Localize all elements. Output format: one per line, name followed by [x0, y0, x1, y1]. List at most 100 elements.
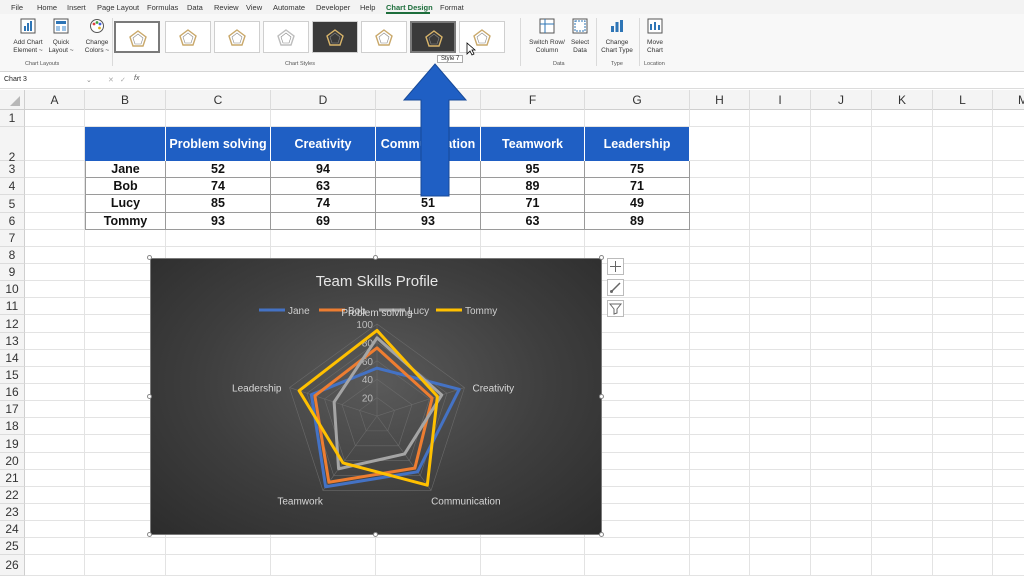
column-header-c[interactable]: C [166, 90, 271, 110]
resize-handle[interactable] [599, 532, 604, 537]
row-header-12[interactable]: 12 [0, 315, 25, 333]
row-header-25[interactable]: 25 [0, 538, 25, 555]
chart-style-2[interactable] [165, 21, 211, 53]
row-header-6[interactable]: 6 [0, 213, 25, 230]
menu-review[interactable]: Review [214, 3, 239, 12]
menu-home[interactable]: Home [37, 3, 57, 12]
table-cell[interactable]: 94 [271, 161, 376, 178]
menu-developer[interactable]: Developer [316, 3, 350, 12]
column-header-f[interactable]: F [481, 90, 585, 110]
select-data-button[interactable]: Select Data [567, 18, 593, 55]
column-header-b[interactable]: B [85, 90, 166, 110]
column-header-j[interactable]: J [811, 90, 872, 110]
radar-category-label[interactable]: Communication [431, 496, 500, 507]
table-cell[interactable]: 74 [166, 178, 271, 195]
table-cell[interactable]: 93 [166, 213, 271, 230]
row-header-7[interactable]: 7 [0, 230, 25, 247]
table-cell[interactable]: 93 [376, 213, 481, 230]
row-header-4[interactable]: 4 [0, 178, 25, 195]
row-header-17[interactable]: 17 [0, 401, 25, 418]
column-header-m[interactable]: M [993, 90, 1024, 110]
column-header-g[interactable]: G [585, 90, 690, 110]
menu-view[interactable]: View [246, 3, 262, 12]
column-header-h[interactable]: H [690, 90, 750, 110]
row-header-1[interactable]: 1 [0, 110, 25, 127]
radar-chart[interactable]: Team Skills Profile Jane Bob Lucy Tommy 20 40 6… [150, 258, 602, 535]
table-header-cell[interactable]: Creativity [271, 127, 376, 161]
change-chart-type-button[interactable]: Change Chart Type [598, 18, 636, 55]
menu-data[interactable]: Data [187, 3, 203, 12]
row-header-23[interactable]: 23 [0, 504, 25, 521]
resize-handle[interactable] [373, 532, 378, 537]
row-header-13[interactable]: 13 [0, 333, 25, 350]
menu-help[interactable]: Help [360, 3, 375, 12]
chevron-down-icon[interactable]: ⌄ [86, 76, 92, 84]
menu-insert[interactable]: Insert [67, 3, 86, 12]
row-header-5[interactable]: 5 [0, 195, 25, 213]
column-header-d[interactable]: D [271, 90, 376, 110]
menu-automate[interactable]: Automate [273, 3, 305, 12]
quick-layout-button[interactable]: Quick Layout ~ [44, 18, 78, 55]
radar-category-label[interactable]: Creativity [472, 384, 514, 395]
add-chart-element-button[interactable]: Add Chart Element ~ [8, 18, 48, 55]
row-header-21[interactable]: 21 [0, 470, 25, 487]
menu-format[interactable]: Format [440, 3, 464, 12]
resize-handle[interactable] [599, 393, 604, 399]
row-header-10[interactable]: 10 [0, 281, 25, 298]
cancel-icon[interactable]: ✕ [108, 76, 114, 84]
chart-style-1[interactable] [114, 21, 160, 53]
switch-row-column-button[interactable]: Switch Row/ Column [527, 18, 567, 55]
column-header-i[interactable]: I [750, 90, 811, 110]
column-header-k[interactable]: K [872, 90, 933, 110]
formula-input[interactable] [148, 75, 1018, 87]
row-header-11[interactable]: 11 [0, 298, 25, 315]
column-header-a[interactable]: A [25, 90, 85, 110]
chart-elements-button[interactable] [607, 258, 624, 275]
row-header-15[interactable]: 15 [0, 367, 25, 384]
menu-file[interactable]: File [11, 3, 23, 12]
resize-handle[interactable] [373, 255, 378, 260]
radar-category-label[interactable]: Leadership [232, 384, 282, 395]
resize-handle[interactable] [147, 393, 152, 399]
select-all-button[interactable] [0, 90, 25, 110]
table-row-label[interactable]: Bob [85, 178, 166, 195]
row-header-2[interactable]: 2 [0, 127, 25, 164]
chart-styles-button[interactable] [607, 279, 624, 296]
table-header-cell[interactable]: Problem solving [166, 127, 271, 161]
chart-style-3[interactable] [214, 21, 260, 53]
table-cell[interactable]: 89 [585, 213, 690, 230]
table-header-cell[interactable]: Teamwork [481, 127, 585, 161]
chart-title[interactable]: Team Skills Profile [316, 273, 439, 290]
move-chart-button[interactable]: Move Chart [641, 18, 669, 55]
chart-style-4[interactable] [263, 21, 309, 53]
table-cell[interactable]: 63 [481, 213, 585, 230]
row-header-9[interactable]: 9 [0, 264, 25, 281]
table-cell[interactable]: 89 [481, 178, 585, 195]
resize-handle[interactable] [599, 255, 604, 260]
legend-label[interactable]: Jane [288, 306, 310, 317]
row-header-26[interactable]: 26 [0, 555, 25, 576]
table-cell[interactable]: 74 [271, 195, 376, 213]
radar-category-label[interactable]: Teamwork [277, 496, 324, 507]
chart-style-7[interactable] [410, 21, 456, 53]
row-header-24[interactable]: 24 [0, 521, 25, 538]
radar-category-label[interactable]: Problem solving [341, 308, 412, 319]
row-header-20[interactable]: 20 [0, 453, 25, 470]
table-header-cell[interactable]: Leadership [585, 127, 690, 161]
chart-style-6[interactable] [361, 21, 407, 53]
row-header-8[interactable]: 8 [0, 247, 25, 264]
resize-handle[interactable] [147, 532, 152, 537]
fx-icon[interactable]: fx [134, 75, 139, 82]
table-header-cell[interactable] [85, 127, 166, 161]
name-box[interactable]: Chart 3 [4, 76, 90, 87]
row-header-16[interactable]: 16 [0, 384, 25, 401]
resize-handle[interactable] [147, 255, 152, 260]
row-header-3[interactable]: 3 [0, 161, 25, 178]
row-header-18[interactable]: 18 [0, 418, 25, 435]
table-row-label[interactable]: Tommy [85, 213, 166, 230]
enter-icon[interactable]: ✓ [120, 76, 126, 84]
table-row-label[interactable]: Lucy [85, 195, 166, 213]
table-cell[interactable]: 95 [481, 161, 585, 178]
table-cell[interactable]: 69 [271, 213, 376, 230]
row-header-22[interactable]: 22 [0, 487, 25, 504]
